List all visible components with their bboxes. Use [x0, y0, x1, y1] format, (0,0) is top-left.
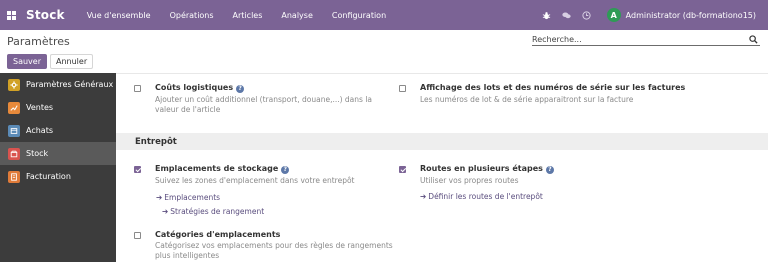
checkbox-lot-on-invoice[interactable]: [399, 85, 406, 92]
save-button[interactable]: Sauver: [7, 54, 47, 69]
menu-analyse[interactable]: Analyse: [281, 11, 313, 20]
setting-title-text: Emplacements de stockage: [155, 164, 279, 173]
cancel-button[interactable]: Annuler: [50, 54, 94, 69]
menu-articles[interactable]: Articles: [233, 11, 263, 20]
arrow-right-icon: ➔: [156, 193, 163, 202]
sidebar-item-label: Stock: [26, 149, 49, 158]
sidebar-item-label: Facturation: [26, 172, 71, 181]
top-navbar: Stock Vue d'ensemble Opérations Articles…: [0, 0, 768, 30]
menu-configuration[interactable]: Configuration: [332, 11, 386, 20]
sidebar-item-general[interactable]: Paramètres Généraux: [0, 73, 116, 96]
navbar-systray: A Administrator (db-formationo15): [531, 8, 756, 22]
link-label: Stratégies de rangement: [170, 207, 265, 216]
link-warehouse-routes[interactable]: ➔ Définir les routes de l'entrepôt: [420, 192, 543, 201]
setting-description: Catégorisez vos emplacements pour des rè…: [155, 241, 393, 260]
sidebar-item-facturation[interactable]: Facturation: [0, 165, 116, 188]
sidebar-item-label: Achats: [26, 126, 54, 135]
chat-icon[interactable]: [562, 11, 571, 20]
setting-title: Catégories d'emplacements: [155, 230, 281, 239]
sidebar-item-ventes[interactable]: Ventes: [0, 96, 116, 119]
apps-icon[interactable]: [7, 10, 16, 20]
arrow-right-icon: ➔: [420, 192, 427, 201]
setting-title: Affichage des lots et des numéros de sér…: [420, 83, 686, 92]
checkbox-location-categories[interactable]: [134, 232, 141, 239]
bug-icon[interactable]: [542, 11, 551, 20]
clock-icon[interactable]: [582, 10, 591, 20]
avatar[interactable]: A: [606, 8, 621, 22]
setting-title-text: Routes en plusieurs étapes: [420, 164, 543, 173]
section-title: Entrepôt: [135, 136, 177, 147]
checkbox-landed-costs[interactable]: [134, 85, 141, 92]
setting-description: Ajouter un coût additionnel (transport, …: [155, 95, 373, 114]
menu-vue-ensemble[interactable]: Vue d'ensemble: [87, 11, 151, 20]
setting-title: Emplacements de stockage?: [155, 164, 290, 174]
search-bar: [532, 33, 760, 46]
setting-description: Les numéros de lot & de série apparaitro…: [420, 95, 634, 104]
link-locations[interactable]: ➔ Emplacements: [156, 193, 220, 202]
setting-title: Coûts logistiques?: [155, 83, 245, 93]
settings-sidebar: Paramètres Généraux Ventes Achats Stock …: [0, 73, 116, 262]
setting-description: Suivez les zones d'emplacement dans votr…: [155, 176, 355, 185]
setting-title-text: Coûts logistiques: [155, 83, 234, 92]
sidebar-item-label: Paramètres Généraux: [26, 80, 114, 89]
menu-operations[interactable]: Opérations: [170, 11, 214, 20]
gear-icon: [8, 78, 20, 91]
setting-description: Utiliser vos propres routes: [420, 176, 519, 185]
invoice-icon: [8, 170, 20, 183]
link-putaway-strategies[interactable]: ➔ Stratégies de rangement: [162, 207, 264, 216]
page-title: Paramètres: [7, 35, 70, 48]
help-icon[interactable]: ?: [281, 166, 290, 174]
arrow-right-icon: ➔: [162, 207, 169, 216]
section-header: Entrepôt: [116, 133, 768, 150]
setting-title: Routes en plusieurs étapes?: [420, 164, 554, 174]
box-icon: [8, 147, 20, 160]
help-icon[interactable]: ?: [545, 166, 554, 174]
help-icon[interactable]: ?: [236, 85, 245, 93]
purchase-icon: [8, 124, 20, 137]
user-name[interactable]: Administrator (db-formationo15): [626, 11, 756, 20]
settings-content: Coûts logistiques? Ajouter un coût addit…: [116, 73, 768, 262]
app-name[interactable]: Stock: [26, 8, 65, 22]
checkbox-multi-step-routes[interactable]: [399, 166, 406, 173]
sidebar-item-stock[interactable]: Stock: [0, 142, 116, 165]
sidebar-item-achats[interactable]: Achats: [0, 119, 116, 142]
form-buttons: Sauver Annuler: [7, 54, 94, 69]
link-label: Emplacements: [164, 193, 221, 202]
sidebar-item-label: Ventes: [26, 103, 54, 112]
search-icon[interactable]: [749, 35, 758, 44]
checkbox-storage-locations[interactable]: [134, 166, 141, 173]
search-input[interactable]: [532, 34, 742, 44]
chart-icon: [8, 101, 20, 114]
main-menu: Vue d'ensemble Opérations Articles Analy…: [87, 11, 405, 20]
link-label: Définir les routes de l'entrepôt: [428, 192, 543, 201]
